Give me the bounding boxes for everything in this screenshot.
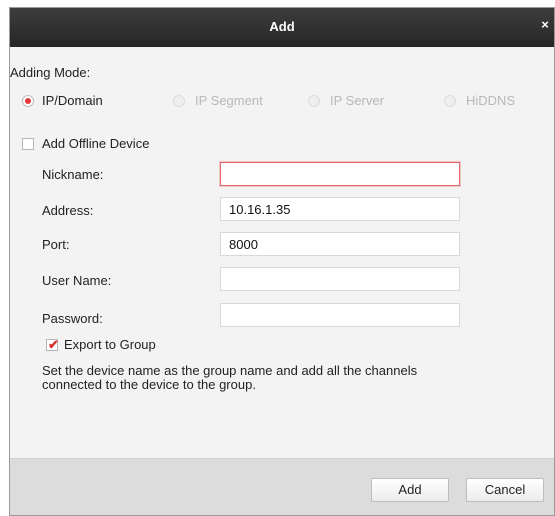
add-device-dialog: Add × Adding Mode: IP/Domain IP Segment … — [9, 7, 555, 516]
add-offline-device-checkbox[interactable] — [22, 138, 34, 150]
add-offline-device-label: Add Offline Device — [42, 136, 150, 151]
export-to-group-label: Export to Group — [64, 337, 156, 352]
radio-ip-domain-label: IP/Domain — [42, 93, 103, 108]
nickname-input[interactable] — [220, 162, 460, 186]
address-label: Address: — [42, 203, 94, 218]
port-input[interactable] — [220, 232, 460, 256]
username-input[interactable] — [220, 267, 460, 291]
radio-ip-server[interactable]: IP Server — [308, 93, 418, 109]
export-to-group-checkbox[interactable]: ✔ — [46, 337, 59, 352]
radio-ip-domain[interactable]: IP/Domain — [22, 93, 132, 109]
radio-ip-segment[interactable]: IP Segment — [173, 93, 283, 109]
radio-ip-server-indicator[interactable] — [308, 95, 320, 107]
password-label: Password: — [42, 311, 103, 326]
check-icon: ✔ — [48, 337, 59, 352]
password-input[interactable] — [220, 303, 460, 327]
nickname-label: Nickname: — [42, 167, 104, 182]
add-offline-device-toggle[interactable]: Add Offline Device — [22, 136, 182, 152]
radio-ip-segment-indicator[interactable] — [173, 95, 185, 107]
export-to-group-description: Set the device name as the group name an… — [42, 363, 418, 392]
radio-ip-server-label: IP Server — [330, 93, 384, 108]
address-input[interactable] — [220, 197, 460, 221]
port-label: Port: — [42, 237, 70, 252]
export-to-group-toggle[interactable]: ✔ Export to Group — [46, 337, 206, 353]
radio-hiddns[interactable]: HiDDNS — [444, 93, 544, 109]
username-label: User Name: — [42, 273, 112, 288]
cancel-button[interactable]: Cancel — [466, 478, 544, 502]
dialog-title: Add — [269, 19, 295, 34]
close-icon[interactable]: × — [538, 17, 552, 33]
radio-ip-segment-label: IP Segment — [195, 93, 263, 108]
dialog-titlebar: Add × — [10, 8, 554, 47]
add-button[interactable]: Add — [371, 478, 449, 502]
radio-hiddns-indicator[interactable] — [444, 95, 456, 107]
radio-ip-domain-indicator[interactable] — [22, 95, 34, 107]
dialog-footer: Add Cancel — [10, 458, 554, 515]
radio-hiddns-label: HiDDNS — [466, 93, 516, 108]
adding-mode-label: Adding Mode: — [10, 65, 91, 80]
